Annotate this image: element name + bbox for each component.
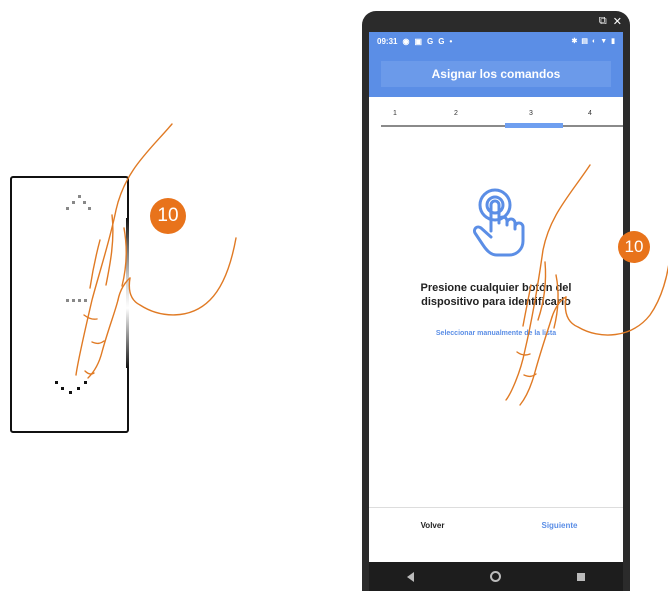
lower-button-dots <box>55 381 87 394</box>
instruction-text: Presione cualquier botón del dispositivo… <box>379 281 613 309</box>
back-button[interactable]: Volver <box>369 521 496 530</box>
manual-select-link[interactable]: Seleccionar manualmente de la lista <box>369 330 623 337</box>
nav-home-icon[interactable] <box>490 571 501 582</box>
message-icon: ▣ <box>414 36 423 46</box>
popout-icon[interactable]: ⧉ <box>599 15 607 28</box>
app-bar: Asignar los comandos <box>369 50 623 97</box>
nav-back-icon[interactable] <box>407 571 414 582</box>
google-icon: G <box>438 36 445 46</box>
sync-icon: ◐ <box>591 37 597 45</box>
step-2: 2 <box>454 110 458 117</box>
nfc-icon: ▤ <box>581 38 588 45</box>
phone-step-number-badge: 10 <box>618 231 650 263</box>
stepper: 1 2 3 4 <box>369 97 623 137</box>
phone-frame: ⧉ ✕ 09:31 ◉ ▣ G G • ✱ ▤ ◐ ▼ ▮ Asignar lo… <box>362 11 630 591</box>
step-3: 3 <box>529 110 533 117</box>
page-title: Asignar los comandos <box>381 60 611 87</box>
bluetooth-icon: ✱ <box>571 38 578 45</box>
step-1: 1 <box>393 110 397 117</box>
bottom-action-bar: Volver Siguiente <box>369 507 623 542</box>
android-nav-bar <box>369 562 623 591</box>
touch-finger-icon <box>473 188 525 257</box>
dot-icon: • <box>449 36 453 46</box>
wall-switch-illustration <box>10 176 129 433</box>
battery-icon: ▮ <box>611 38 615 45</box>
stepper-track <box>381 125 623 127</box>
phone-screen: 09:31 ◉ ▣ G G • ✱ ▤ ◐ ▼ ▮ Asignar los co… <box>369 32 623 562</box>
switch-buttons <box>55 195 91 394</box>
next-button[interactable]: Siguiente <box>496 521 623 530</box>
instruction-line-1: Presione cualquier botón del <box>420 282 572 294</box>
status-bar: 09:31 ◉ ▣ G G • ✱ ▤ ◐ ▼ ▮ <box>369 32 623 50</box>
instruction-line-2: dispositivo para identificarlo <box>421 296 571 308</box>
stepper-active-indicator <box>505 123 563 128</box>
eye-icon: ◉ <box>402 36 410 46</box>
upper-button-dots <box>66 195 91 210</box>
step-4: 4 <box>588 110 592 117</box>
step-number-badge: 10 <box>150 198 186 234</box>
close-icon[interactable]: ✕ <box>613 15 622 28</box>
google-icon: G <box>427 36 434 46</box>
window-controls: ⧉ ✕ <box>362 11 630 32</box>
middle-button-dots <box>66 299 87 302</box>
wifi-icon: ▼ <box>600 37 608 45</box>
nav-recent-apps-icon[interactable] <box>577 572 585 581</box>
status-time: 09:31 <box>377 36 398 46</box>
